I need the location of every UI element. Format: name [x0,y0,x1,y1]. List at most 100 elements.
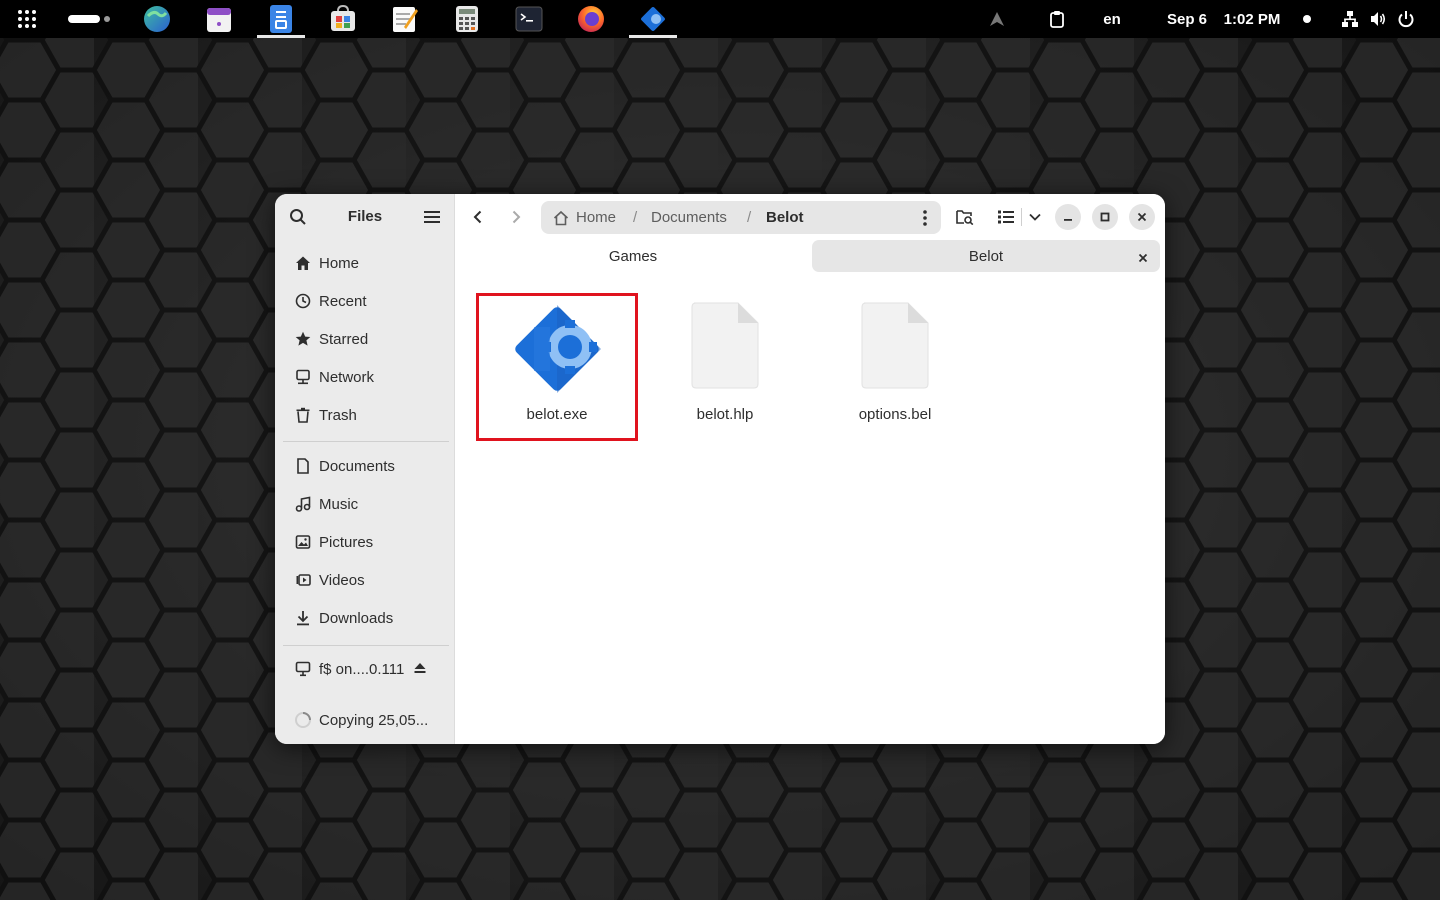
chevron-left-icon [473,210,482,224]
clock-icon [293,291,313,311]
text-editor-icon[interactable] [386,0,424,38]
sidebar-item-label: Downloads [319,609,394,627]
sidebar-divider [283,441,449,442]
sidebar-item-label: Starred [319,330,369,348]
sidebar-item-pictures[interactable]: Pictures [283,525,447,559]
sidebar-item-network-drive[interactable]: f$ on....0.111 [283,652,447,686]
file-item[interactable]: options.bel [815,294,975,440]
sidebar-item-trash[interactable]: Trash [283,398,447,432]
list-view-icon [998,210,1014,224]
forward-button[interactable] [503,204,529,230]
sidebar-item-videos[interactable]: Videos [283,563,447,597]
hamburger-menu-icon [424,211,440,223]
firefox-icon[interactable] [572,0,610,38]
maximize-button[interactable] [1092,204,1118,230]
network-drive-icon [293,659,313,679]
maximize-icon [1100,212,1110,222]
back-button[interactable] [465,204,491,230]
search-folder-button[interactable] [951,204,979,230]
breadcrumb-documents[interactable]: Documents [651,209,727,226]
workspace-indicator[interactable] [64,0,114,38]
files-icon[interactable] [257,0,305,38]
minimize-button[interactable] [1055,204,1081,230]
tab-bar: Games Belot [455,240,1165,274]
tab-belot[interactable]: Belot [812,240,1160,272]
tab-games[interactable]: Games [459,240,807,272]
calendar-icon[interactable] [200,0,238,38]
main-content: Home / Documents / Belot Games Belot bel… [455,194,1165,744]
breadcrumb-home-icon [553,210,569,231]
terminal-icon[interactable] [510,0,548,38]
chevron-right-icon [512,210,521,224]
breadcrumb: Home / Documents / Belot [541,201,941,234]
picture-icon [293,532,313,552]
file-name: options.bel [858,406,932,423]
breadcrumb-home[interactable]: Home [576,209,616,226]
sidebar-item-downloads[interactable]: Downloads [283,601,447,635]
star-icon [293,329,313,349]
minimize-icon [1064,219,1072,221]
list-view-button[interactable] [993,204,1019,230]
date-label[interactable]: Sep 6 [1160,0,1214,38]
path-menu-button[interactable] [913,205,937,230]
sidebar: Files Home Recent Starred Network Trash [275,194,455,744]
network-status-icon[interactable] [1338,0,1362,38]
top-panel: en Sep 6 1:02 PM [0,0,1440,38]
arch-icon[interactable] [984,0,1010,38]
sidebar-item-label: f$ on....0.111 [319,660,405,678]
network-icon [293,367,313,387]
tab-close-icon[interactable] [1138,250,1148,267]
sidebar-header: Files [275,194,455,240]
sidebar-item-starred[interactable]: Starred [283,322,447,356]
view-options-button[interactable] [1025,204,1045,230]
clipboard-icon[interactable] [1044,0,1070,38]
calculator-icon[interactable] [448,0,486,38]
download-icon [293,608,313,628]
file-item[interactable]: belot.exe [477,294,637,440]
spinner-icon [293,710,313,730]
breadcrumb-separator: / [747,209,752,226]
belot-app-icon[interactable] [629,0,677,38]
sidebar-divider [283,645,449,646]
software-icon[interactable] [324,0,362,38]
files-window: Files Home Recent Starred Network Trash [275,194,1165,744]
time-label[interactable]: 1:02 PM [1218,0,1286,38]
close-button[interactable] [1129,204,1155,230]
generic-file-icon [815,302,975,396]
document-icon [293,456,313,476]
sidebar-item-label: Recent [319,292,367,310]
folder-search-icon [956,210,974,225]
breadcrumb-current[interactable]: Belot [766,209,804,226]
sidebar-item-label: Trash [319,406,357,424]
sidebar-item-home[interactable]: Home [283,246,447,280]
sidebar-item-label: Music [319,495,359,513]
breadcrumb-separator: / [633,209,638,226]
sidebar-item-label: Documents [319,457,395,475]
sidebar-item-label: Home [319,254,360,272]
globe-icon[interactable] [138,0,176,38]
sidebar-item-label: Pictures [319,533,374,551]
file-name: belot.hlp [696,406,754,423]
sidebar-item-recent[interactable]: Recent [283,284,447,318]
notification-dot-icon [1298,0,1316,38]
sidebar-item-music[interactable]: Music [283,487,447,521]
sidebar-item-documents[interactable]: Documents [283,449,447,483]
file-name: belot.exe [526,406,588,423]
operation-label: Copying 25,05... [319,711,429,729]
chevron-down-icon [1029,213,1041,221]
apps-grid-icon[interactable] [10,0,44,38]
video-icon [293,570,313,590]
eject-icon[interactable] [413,661,429,677]
sidebar-item-network[interactable]: Network [283,360,447,394]
file-operation-progress[interactable]: Copying 25,05... [283,703,447,737]
volume-icon[interactable] [1366,0,1390,38]
main-menu-button[interactable] [419,204,445,230]
file-item[interactable]: belot.hlp [645,294,805,440]
sidebar-item-label: Videos [319,571,365,589]
kebab-menu-icon [923,209,927,226]
header-bar: Home / Documents / Belot [455,194,1165,240]
close-icon [1137,212,1147,222]
power-icon[interactable] [1394,0,1418,38]
toolbar-divider [1021,208,1022,226]
language-indicator[interactable]: en [1096,0,1128,38]
